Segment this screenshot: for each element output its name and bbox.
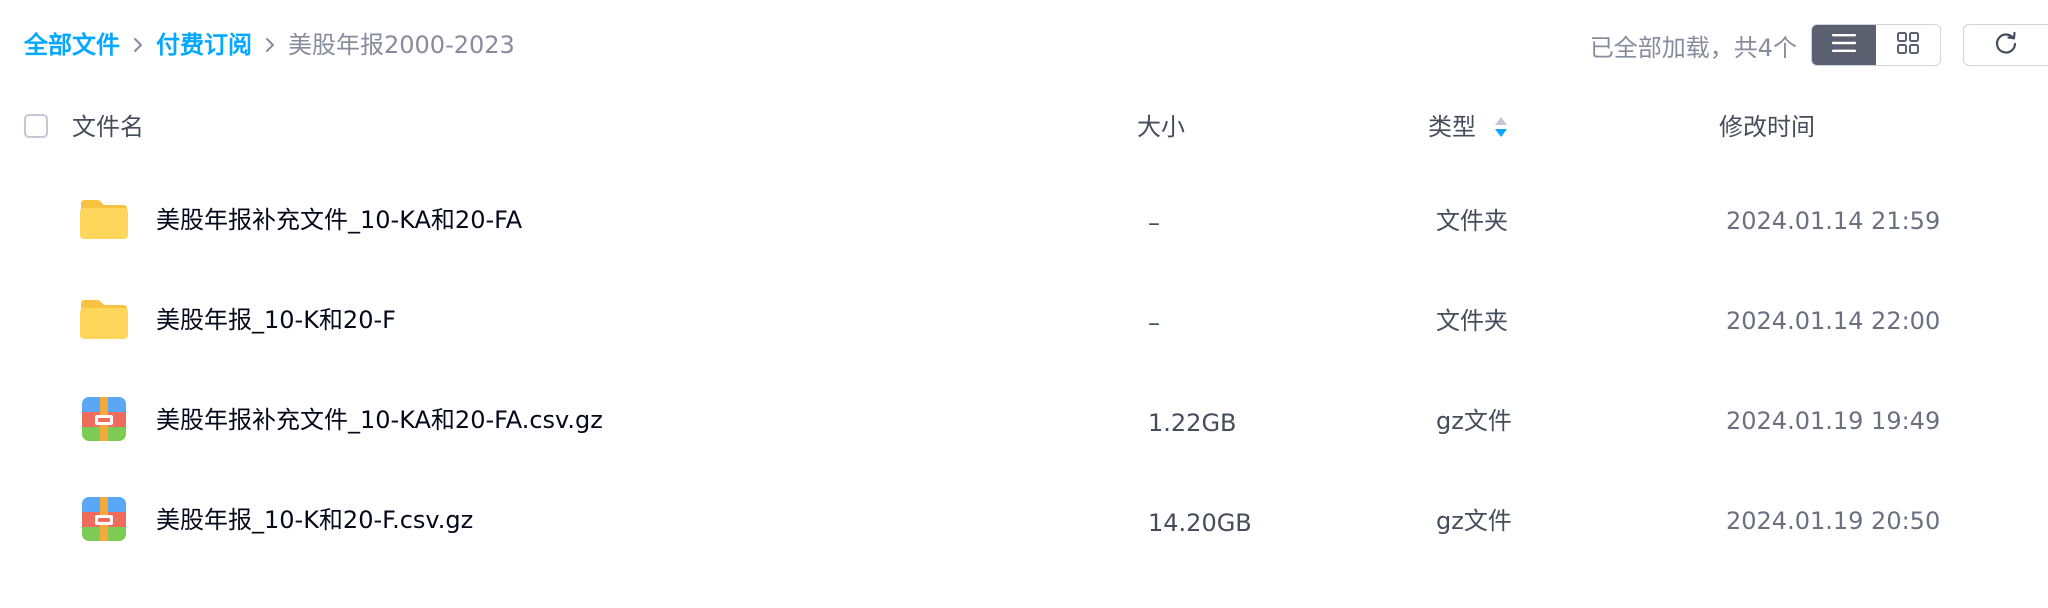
chevron-right-icon bbox=[264, 36, 276, 54]
chevron-right-icon bbox=[132, 36, 144, 54]
breadcrumb-current: 美股年报2000-2023 bbox=[288, 31, 515, 59]
grid-icon bbox=[1896, 31, 1920, 59]
archive-icon bbox=[76, 494, 132, 544]
breadcrumb-parent-link[interactable]: 付费订阅 bbox=[156, 28, 252, 62]
file-row[interactable]: 美股年报_10-K和20-F – 文件夹 2024.01.14 22:00 bbox=[0, 270, 2048, 370]
file-name[interactable]: 美股年报补充文件_10-KA和20-FA.csv.gz bbox=[156, 403, 603, 437]
file-list: 美股年报补充文件_10-KA和20-FA – 文件夹 2024.01.14 21… bbox=[0, 170, 2048, 570]
folder-icon bbox=[76, 294, 132, 344]
file-row[interactable]: 美股年报_10-K和20-F.csv.gz 14.20GB gz文件 2024.… bbox=[0, 470, 2048, 570]
file-type: 文件夹 bbox=[1436, 207, 1508, 235]
sort-icon bbox=[1494, 115, 1508, 139]
file-row[interactable]: 美股年报补充文件_10-KA和20-FA.csv.gz 1.22GB gz文件 … bbox=[0, 370, 2048, 470]
file-type: gz文件 bbox=[1436, 407, 1512, 435]
header-toolbar: 已全部加载，共4个 bbox=[1590, 24, 2048, 66]
column-header-row: 文件名 大小 类型 修改时间 bbox=[0, 100, 2048, 156]
file-name[interactable]: 美股年报_10-K和20-F.csv.gz bbox=[156, 503, 473, 537]
file-size: – bbox=[1148, 309, 1160, 337]
breadcrumb-root-link[interactable]: 全部文件 bbox=[24, 28, 120, 62]
file-modified-time: 2024.01.19 19:49 bbox=[1726, 407, 1941, 435]
column-header-time[interactable]: 修改时间 bbox=[1719, 112, 1815, 142]
view-toggle bbox=[1811, 24, 1941, 66]
load-status-text: 已全部加载，共4个 bbox=[1589, 33, 1797, 62]
list-view-button[interactable] bbox=[1812, 25, 1876, 65]
file-type: gz文件 bbox=[1436, 507, 1512, 535]
column-header-size[interactable]: 大小 bbox=[1137, 112, 1185, 142]
header: 全部文件 付费订阅 美股年报2000-2023 已全部加载，共4个 bbox=[0, 0, 2048, 92]
file-type: 文件夹 bbox=[1436, 307, 1508, 335]
file-name[interactable]: 美股年报补充文件_10-KA和20-FA bbox=[156, 203, 522, 237]
file-modified-time: 2024.01.14 21:59 bbox=[1726, 207, 1941, 235]
file-name[interactable]: 美股年报_10-K和20-F bbox=[156, 303, 396, 337]
file-modified-time: 2024.01.19 20:50 bbox=[1726, 507, 1941, 535]
file-modified-time: 2024.01.14 22:00 bbox=[1726, 307, 1941, 335]
file-size: – bbox=[1148, 209, 1160, 237]
refresh-icon bbox=[1993, 30, 2019, 60]
column-header-name[interactable]: 文件名 bbox=[72, 112, 144, 142]
folder-icon bbox=[76, 194, 132, 244]
archive-icon bbox=[76, 394, 132, 444]
file-size: 1.22GB bbox=[1148, 409, 1237, 437]
column-header-type[interactable]: 类型 bbox=[1428, 112, 1508, 142]
grid-view-button[interactable] bbox=[1876, 25, 1940, 65]
file-size: 14.20GB bbox=[1148, 509, 1252, 537]
refresh-button[interactable] bbox=[1963, 24, 2048, 66]
file-row[interactable]: 美股年报补充文件_10-KA和20-FA – 文件夹 2024.01.14 21… bbox=[0, 170, 2048, 270]
column-header-type-label: 类型 bbox=[1428, 113, 1476, 141]
select-all-checkbox[interactable] bbox=[24, 114, 48, 138]
breadcrumb: 全部文件 付费订阅 美股年报2000-2023 bbox=[24, 28, 515, 62]
list-icon bbox=[1831, 32, 1857, 58]
